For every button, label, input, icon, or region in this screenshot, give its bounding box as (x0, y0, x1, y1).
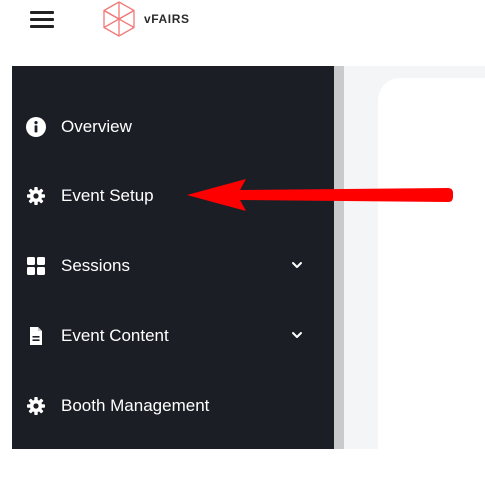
sidebar-item-label: Overview (61, 117, 132, 136)
sidebar-item-booth-management[interactable]: Booth Management (12, 386, 334, 426)
red-arrow-icon (187, 179, 453, 211)
info-circle-icon (26, 117, 46, 137)
vfairs-cube-icon (103, 1, 135, 37)
grid-icon (26, 256, 46, 276)
content-card (378, 78, 485, 478)
sidebar-item-overview[interactable]: Overview (12, 107, 334, 147)
chevron-down-icon[interactable] (290, 258, 304, 272)
sidebar-item-event-content[interactable]: Event Content (12, 316, 334, 356)
sidebar-item-label: Sessions (61, 256, 130, 275)
hamburger-icon[interactable] (30, 11, 54, 29)
sidebar-item-label: Event Setup (61, 186, 154, 205)
sidebar-scrollbar[interactable] (334, 66, 344, 449)
sidebar-item-sessions[interactable]: Sessions (12, 246, 334, 286)
sidebar: Overview Event Setup Sessions Event Cont… (12, 66, 334, 449)
sidebar-item-label: Event Content (61, 326, 169, 345)
sidebar-item-label: Booth Management (61, 396, 210, 415)
top-bar: vFAIRS (0, 0, 485, 66)
gear-icon (26, 396, 46, 416)
logo[interactable]: vFAIRS (100, 0, 190, 38)
main-content (344, 66, 485, 478)
gear-icon (26, 186, 46, 206)
logo-text: vFAIRS (144, 12, 190, 26)
document-icon (26, 326, 46, 346)
chevron-down-icon[interactable] (290, 328, 304, 342)
